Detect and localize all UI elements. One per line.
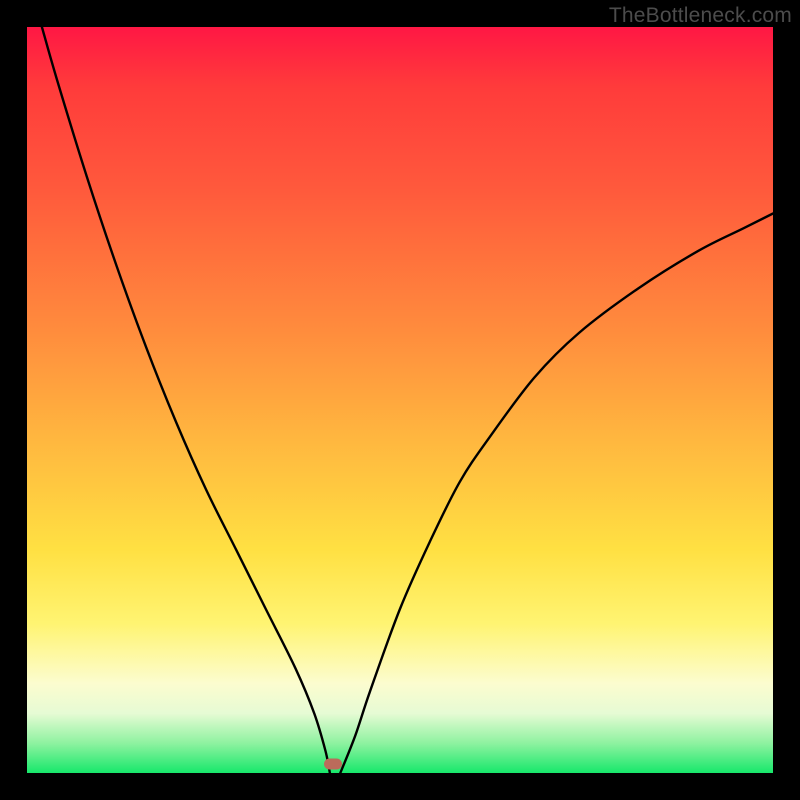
bottleneck-curve — [27, 27, 773, 773]
minimum-marker — [324, 759, 342, 770]
plot-area — [27, 27, 773, 773]
watermark-text: TheBottleneck.com — [609, 4, 792, 28]
chart-frame: TheBottleneck.com — [0, 0, 800, 800]
